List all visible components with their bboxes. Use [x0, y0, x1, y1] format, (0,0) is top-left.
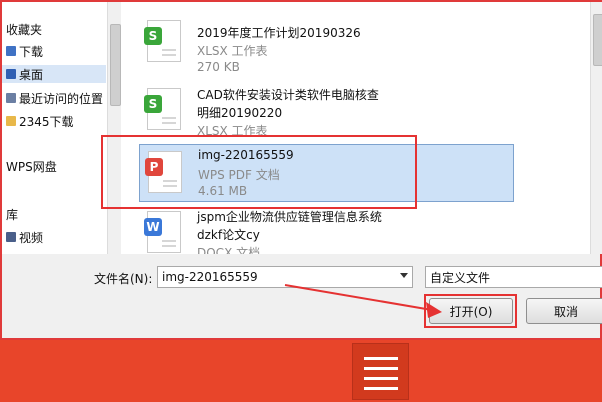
open-button-highlight-box	[424, 294, 517, 328]
file-item[interactable]: W jspm企业物流供应链管理信息系统 dzkf论文cy DOCX 文档	[139, 207, 514, 254]
file-open-dialog: 收藏夹 下载 桌面 最近访问的位置 2345下载 WPS网盘 库 视频 S 20…	[0, 0, 602, 340]
file-type: XLSX 工作表	[197, 44, 268, 58]
filename-label: 文件名(N):	[94, 272, 153, 286]
menu-line	[364, 377, 398, 380]
file-name-line2: 明细20190220	[197, 106, 283, 120]
desktop-icon	[6, 69, 16, 79]
video-folder-icon	[6, 232, 16, 242]
sidebar-item-label: 下载	[19, 44, 44, 59]
filename-value: img-220165559	[162, 270, 258, 284]
filetype-select[interactable]: 自定义文件	[425, 266, 602, 288]
navigation-pane: 收藏夹 下载 桌面 最近访问的位置 2345下载 WPS网盘 库 视频	[2, 2, 107, 254]
file-list-scroll-thumb[interactable]	[593, 14, 602, 66]
xlsx-file-icon: S	[144, 88, 181, 130]
file-list-scrollbar[interactable]	[590, 2, 602, 254]
sidebar-item-label: 收藏夹	[6, 22, 43, 37]
sidebar-item-label: 视频	[19, 230, 44, 245]
sidebar-item-label: 最近访问的位置	[19, 91, 104, 106]
sidebar-item-label: WPS网盘	[6, 159, 57, 174]
file-name-line2: dzkf论文cy	[197, 228, 260, 242]
sidebar-item-label: 2345下载	[19, 114, 74, 129]
chevron-down-icon[interactable]	[400, 273, 408, 278]
recent-places-icon	[6, 93, 16, 103]
sidebar-item-libraries[interactable]: 库	[6, 205, 18, 223]
file-item[interactable]: S 2019年度工作计划20190326 XLSX 工作表 270 KB	[139, 16, 514, 76]
xlsx-file-icon: S	[144, 20, 181, 62]
hamburger-menu-button[interactable]	[352, 343, 409, 400]
sidebar-item-videos[interactable]: 视频	[6, 228, 43, 246]
cancel-button[interactable]: 取消	[526, 298, 602, 324]
sidebar-item-downloads[interactable]: 下载	[6, 42, 43, 60]
selection-highlight-box	[101, 135, 417, 209]
sidebar-item-label: 桌面	[19, 67, 44, 82]
menu-line	[364, 387, 398, 390]
sidebar-item-desktop[interactable]: 桌面	[2, 65, 106, 83]
filetype-value: 自定义文件	[430, 270, 491, 285]
file-list: S 2019年度工作计划20190326 XLSX 工作表 270 KB S C…	[121, 2, 602, 254]
file-item[interactable]: S CAD软件安装设计类软件电脑核查 明细20190220 XLSX 工作表	[139, 80, 514, 140]
file-name: CAD软件安装设计类软件电脑核查	[197, 88, 379, 102]
docx-file-icon: W	[144, 211, 181, 253]
menu-line	[364, 367, 398, 370]
file-type: DOCX 文档	[197, 246, 261, 254]
sidebar-scrollbar[interactable]	[107, 2, 121, 254]
download-folder-icon	[6, 46, 16, 56]
file-name: 2019年度工作计划20190326	[197, 26, 361, 40]
file-size: 270 KB	[197, 60, 240, 74]
sidebar-item-label: 库	[6, 207, 19, 222]
file-name: jspm企业物流供应链管理信息系统	[197, 210, 382, 224]
sidebar-item-wps-drive[interactable]: WPS网盘	[6, 157, 57, 175]
filename-input[interactable]: img-220165559	[157, 266, 413, 288]
sidebar-item-recent-places[interactable]: 最近访问的位置	[6, 89, 103, 107]
menu-line	[364, 357, 398, 360]
sidebar-scroll-thumb[interactable]	[110, 24, 121, 106]
sidebar-item-favorites[interactable]: 收藏夹	[6, 20, 42, 38]
folder-icon	[6, 116, 16, 126]
sidebar-item-2345-downloads[interactable]: 2345下载	[6, 112, 74, 130]
